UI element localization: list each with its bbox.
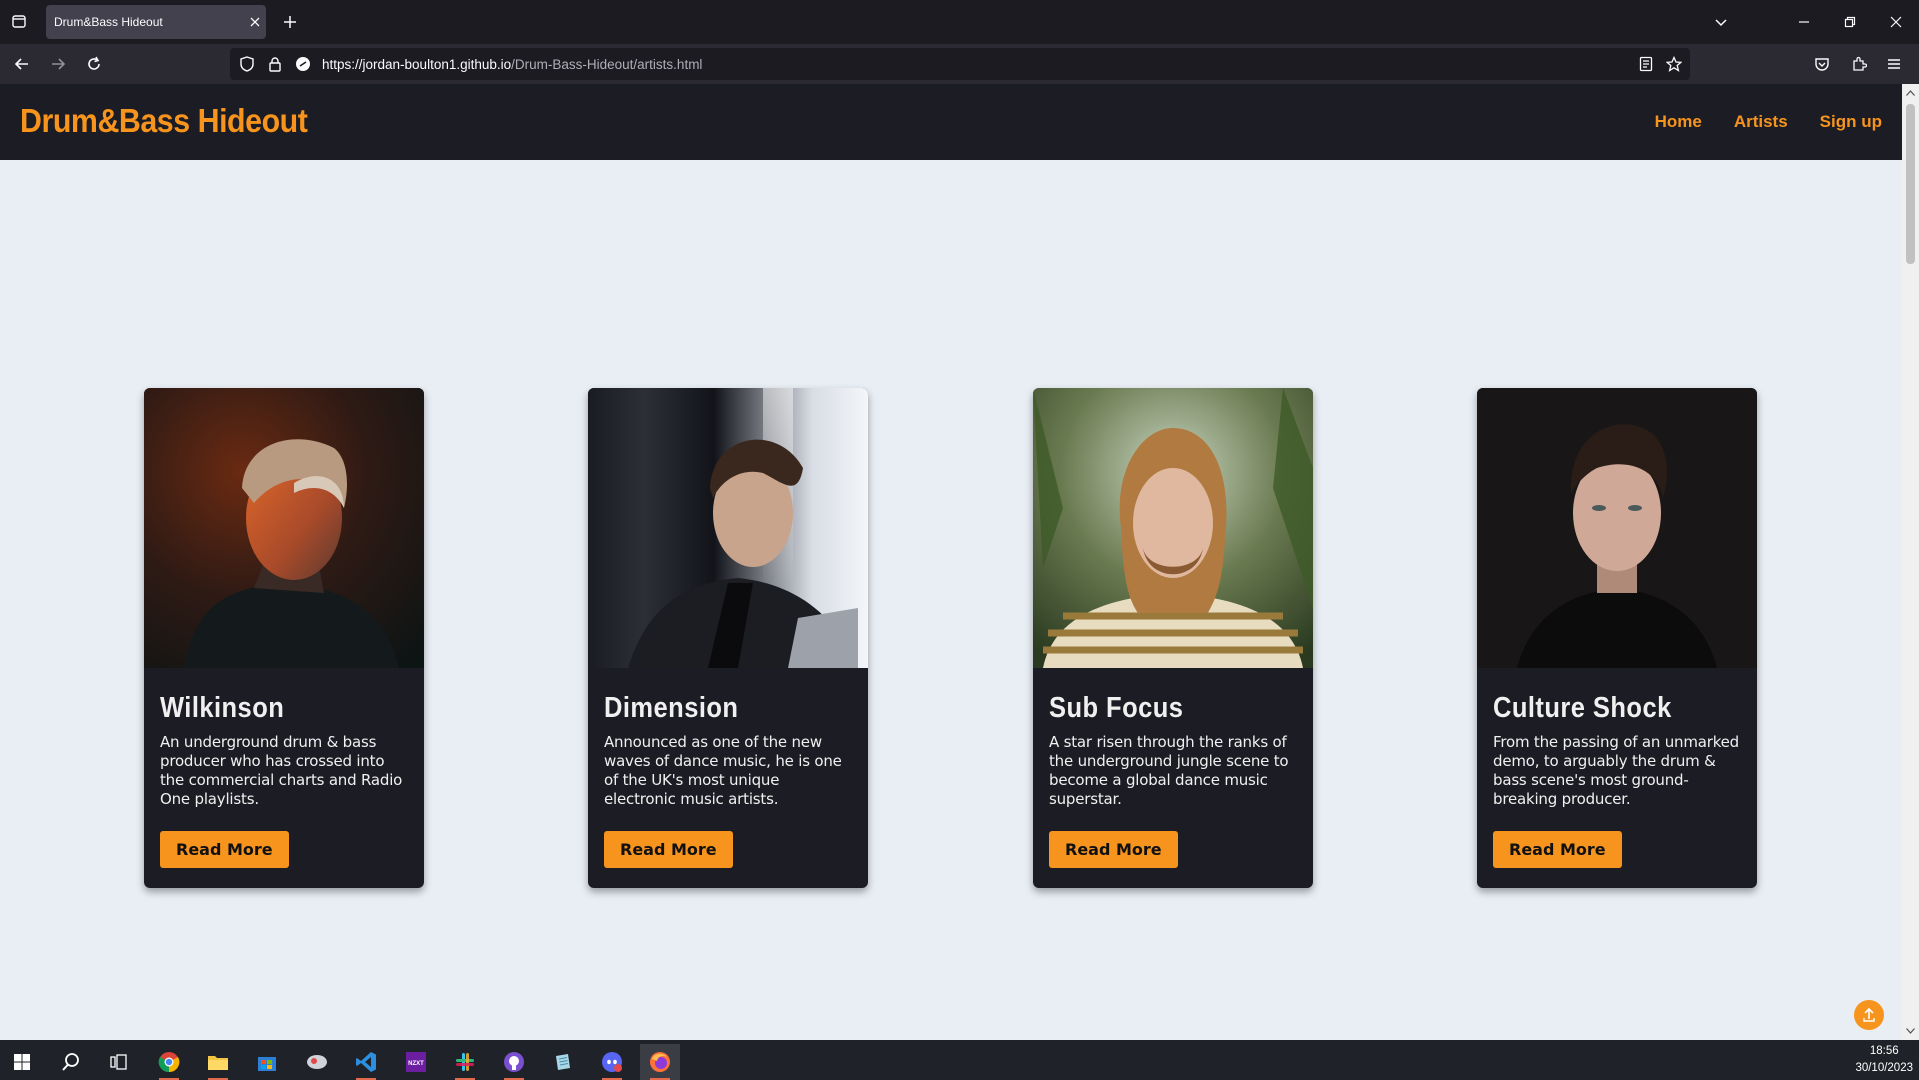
artist-name: Dimension xyxy=(604,692,739,724)
vscode-icon[interactable] xyxy=(346,1044,386,1080)
reload-icon[interactable] xyxy=(82,52,106,76)
forward-icon[interactable] xyxy=(46,52,70,76)
url-bar[interactable]: https://jordan-boulton1.github.io/Drum-B… xyxy=(230,48,1690,80)
windows-taskbar: NZXT 18:56 30/10/2023 xyxy=(0,1040,1919,1080)
read-more-button[interactable]: Read More xyxy=(1049,831,1178,868)
close-tab-icon[interactable] xyxy=(244,11,266,33)
close-window-icon[interactable] xyxy=(1884,10,1908,34)
back-icon[interactable] xyxy=(10,52,34,76)
minimize-icon[interactable] xyxy=(1792,10,1816,34)
url-host: https://jordan-boulton1.github.io xyxy=(322,56,512,72)
file-explorer-icon[interactable] xyxy=(198,1044,238,1080)
firefox-icon[interactable] xyxy=(640,1044,680,1080)
tab-list-icon[interactable] xyxy=(8,10,30,32)
artist-name: Wilkinson xyxy=(160,692,285,724)
site-nav: Home Artists Sign up xyxy=(1655,112,1882,132)
artist-photo-sub-focus xyxy=(1033,388,1313,668)
start-icon[interactable] xyxy=(2,1044,42,1080)
tracking-protection-icon[interactable] xyxy=(236,53,258,75)
reader-view-icon[interactable] xyxy=(1634,52,1658,76)
browser-tab[interactable]: Drum&Bass Hideout xyxy=(46,5,266,39)
store-icon[interactable] xyxy=(247,1044,287,1080)
search-icon[interactable] xyxy=(51,1044,91,1080)
nav-link-home[interactable]: Home xyxy=(1655,112,1702,132)
artist-name: Sub Focus xyxy=(1049,692,1184,724)
read-more-button[interactable]: Read More xyxy=(160,831,289,868)
svg-text:NZXT: NZXT xyxy=(408,1061,424,1067)
artist-card-sub-focus: Sub Focus A star risen through the ranks… xyxy=(1033,388,1313,888)
menu-icon[interactable] xyxy=(1882,52,1906,76)
page-scrollbar[interactable] xyxy=(1902,84,1919,1040)
notes-icon[interactable] xyxy=(543,1044,583,1080)
url-text: https://jordan-boulton1.github.io/Drum-B… xyxy=(322,57,702,72)
site-header: Drum&Bass Hideout Home Artists Sign up xyxy=(0,84,1902,160)
extensions-icon[interactable] xyxy=(1847,52,1871,76)
clock-time: 18:56 xyxy=(1869,1045,1899,1057)
artist-description: A star risen through the ranks of the un… xyxy=(1049,733,1289,808)
artist-card-dimension: Dimension Announced as one of the new wa… xyxy=(588,388,868,888)
site-logo[interactable]: Drum&Bass Hideout xyxy=(20,102,308,140)
browser-tab-bar: Drum&Bass Hideout xyxy=(0,0,1919,44)
site-permissions-icon[interactable] xyxy=(292,53,314,75)
tab-title: Drum&Bass Hideout xyxy=(54,15,163,29)
list-all-tabs-icon[interactable] xyxy=(1709,10,1733,34)
bookmark-star-icon[interactable] xyxy=(1662,52,1686,76)
slack-icon[interactable] xyxy=(445,1044,485,1080)
clock-date: 30/10/2023 xyxy=(1855,1062,1913,1074)
system-clock[interactable]: 18:56 30/10/2023 xyxy=(1855,1043,1913,1077)
artists-section: Wilkinson An underground drum & bass pro… xyxy=(0,160,1902,1040)
lock-icon[interactable] xyxy=(264,53,286,75)
artist-name: Culture Shock xyxy=(1493,692,1672,724)
artist-card-culture-shock: Culture Shock From the passing of an unm… xyxy=(1477,388,1757,888)
task-view-icon[interactable] xyxy=(99,1044,139,1080)
app-icon[interactable] xyxy=(297,1044,337,1080)
scrollbar-thumb[interactable] xyxy=(1906,104,1915,264)
read-more-button[interactable]: Read More xyxy=(604,831,733,868)
scroll-up-arrow-icon[interactable] xyxy=(1906,88,1915,97)
artist-photo-culture-shock xyxy=(1477,388,1757,668)
github-icon[interactable] xyxy=(494,1044,534,1080)
artist-description: From the passing of an unmarked demo, to… xyxy=(1493,733,1740,808)
artist-photo-wilkinson xyxy=(144,388,424,668)
url-path: /Drum-Bass-Hideout/artists.html xyxy=(511,56,703,72)
nav-link-artists[interactable]: Artists xyxy=(1734,112,1788,132)
artist-photo-dimension xyxy=(588,388,868,668)
upload-arrow-icon xyxy=(1863,1007,1875,1022)
browser-nav-bar: https://jordan-boulton1.github.io/Drum-B… xyxy=(0,44,1919,84)
artist-description: An underground drum & bass producer who … xyxy=(160,733,403,808)
nzxt-icon[interactable]: NZXT xyxy=(396,1044,436,1080)
scroll-to-top-button[interactable] xyxy=(1854,1000,1884,1030)
discord-icon[interactable] xyxy=(592,1044,632,1080)
restore-icon[interactable] xyxy=(1838,10,1862,34)
nav-link-sign-up[interactable]: Sign up xyxy=(1820,112,1882,132)
read-more-button[interactable]: Read More xyxy=(1493,831,1622,868)
scroll-down-arrow-icon[interactable] xyxy=(1906,1026,1915,1035)
chrome-icon[interactable] xyxy=(149,1044,189,1080)
artist-card-wilkinson: Wilkinson An underground drum & bass pro… xyxy=(144,388,424,888)
artist-description: Announced as one of the new waves of dan… xyxy=(604,733,842,808)
pocket-icon[interactable] xyxy=(1810,52,1834,76)
new-tab-icon[interactable] xyxy=(278,10,302,34)
